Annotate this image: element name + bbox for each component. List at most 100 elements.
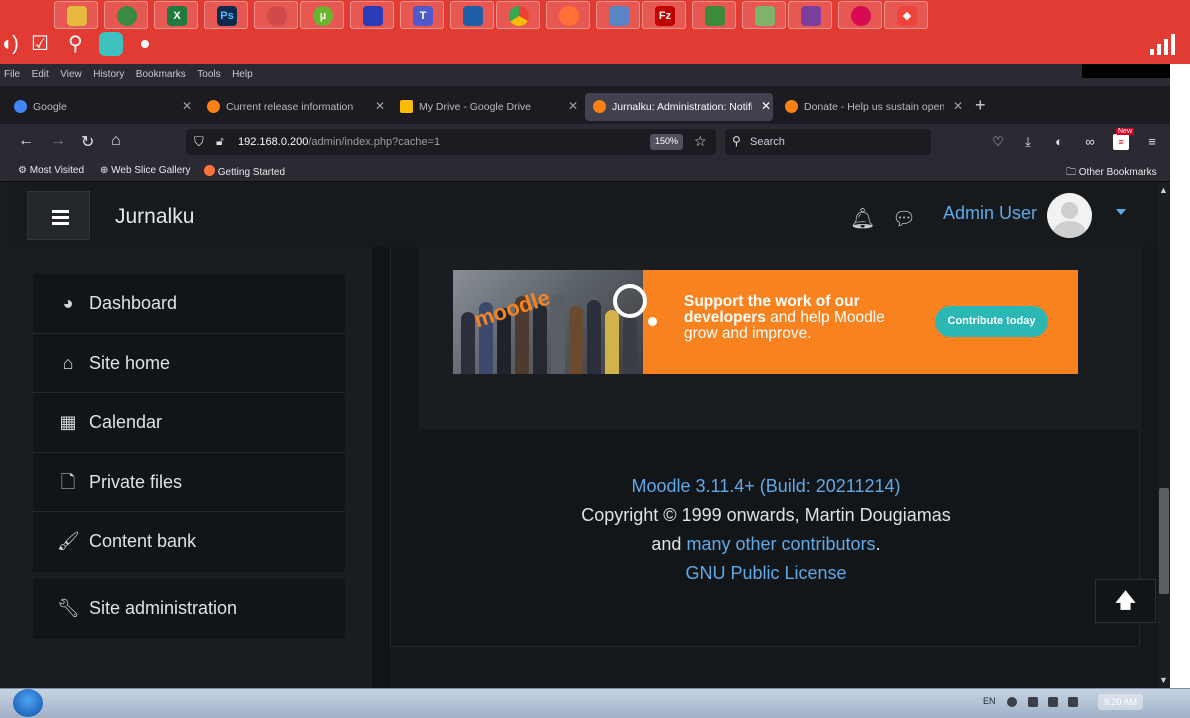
developers-photo: moodle xyxy=(453,270,643,374)
chrome-icon xyxy=(509,6,529,26)
extension-mask-icon[interactable]: ∞ xyxy=(1082,134,1098,150)
page-scrollbar[interactable]: ▲ ▼ xyxy=(1158,183,1170,688)
new-extension-icon[interactable]: ≡ xyxy=(1113,134,1129,150)
taskbar-explorer[interactable] xyxy=(54,1,98,29)
star-icon[interactable]: ☆ xyxy=(694,133,707,150)
back-icon[interactable]: ← xyxy=(18,132,34,150)
search-bar[interactable]: ⚲ Search xyxy=(725,129,931,155)
taskbar-virtualbox[interactable] xyxy=(450,1,494,29)
menu-view[interactable]: View xyxy=(56,64,85,80)
chevron-down-icon[interactable] xyxy=(1116,209,1126,215)
moodle-navbar: Jurnalku 🔔︎ 💬︎ Admin User xyxy=(8,183,1158,247)
taskbar-anydesk[interactable]: ◆ xyxy=(884,1,928,29)
menu-help[interactable]: Help xyxy=(228,64,256,80)
shield-icon[interactable]: ⛉ xyxy=(194,134,204,150)
taskbar-teams[interactable]: T xyxy=(400,1,444,29)
start-button[interactable] xyxy=(13,689,43,717)
url-text[interactable]: 192.168.0.200/admin/index.php?cache=1 xyxy=(238,136,440,148)
bookmark-getting-started[interactable]: Getting Started xyxy=(204,165,285,178)
notification-bell-icon[interactable]: 🔔︎ xyxy=(850,206,875,231)
pocket-icon[interactable]: ♡ xyxy=(990,134,1006,150)
tab-label: Donate - Help us sustain open xyxy=(804,101,944,113)
nav-item-site-administration[interactable]: 🔧︎ Site administration xyxy=(33,579,345,639)
drawer-toggle-button[interactable] xyxy=(27,191,90,240)
taskbar-android[interactable] xyxy=(692,1,736,29)
window-controls[interactable] xyxy=(1082,64,1170,78)
footer-and: and xyxy=(651,534,682,554)
taskbar-utorrent[interactable]: µ xyxy=(300,1,344,29)
taskbar-app[interactable] xyxy=(596,1,640,29)
menu-tools[interactable]: Tools xyxy=(193,64,223,80)
taskbar-filezilla[interactable]: Fz xyxy=(642,1,686,29)
contributors-link[interactable]: many other contributors xyxy=(686,534,875,554)
app-menu-icon[interactable]: ≡ xyxy=(1144,134,1160,150)
taskbar-excel[interactable]: X xyxy=(154,1,198,29)
scroll-down-icon[interactable]: ▼ xyxy=(1159,675,1168,685)
tray-flag-icon[interactable] xyxy=(1068,697,1078,707)
taskbar-debian[interactable] xyxy=(838,1,882,29)
home-button-icon[interactable]: ⌂ xyxy=(111,132,121,150)
tray-network-icon[interactable] xyxy=(1048,697,1058,707)
url-bar[interactable]: ⛉ 🔓︎ 192.168.0.200/admin/index.php?cache… xyxy=(186,129,716,155)
nav-item-site-home[interactable]: ⌂ Site home xyxy=(33,334,345,394)
android-icon xyxy=(705,6,725,26)
taskbar-firefox[interactable] xyxy=(546,1,590,29)
scroll-thumb[interactable] xyxy=(1159,488,1169,594)
menu-file[interactable]: File xyxy=(0,64,23,80)
nav-item-content-bank[interactable]: 🖌︎ Content bank xyxy=(33,512,345,572)
scroll-up-icon[interactable]: ▲ xyxy=(1159,185,1168,195)
reload-icon[interactable]: ↻ xyxy=(81,132,94,152)
taskbar-winrar[interactable] xyxy=(788,1,832,29)
close-icon[interactable]: ✕ xyxy=(182,99,192,113)
task-check-icon[interactable]: ☑ xyxy=(31,32,49,56)
nav-item-calendar[interactable]: ▦ Calendar xyxy=(33,393,345,453)
moodle-donate-banner[interactable]: moodle Support the work of our developer… xyxy=(453,270,1078,374)
back-to-top-button[interactable]: 🡅︎ xyxy=(1095,579,1156,623)
avatar[interactable] xyxy=(1047,193,1092,238)
other-bookmarks[interactable]: 🗀︎ Other Bookmarks xyxy=(1066,165,1157,182)
taskbar-tool[interactable] xyxy=(350,1,394,29)
bookmark-web-slice-gallery[interactable]: ⊕ Web Slice Gallery xyxy=(100,165,190,176)
taskbar-notepad[interactable] xyxy=(742,1,786,29)
language-indicator[interactable]: EN xyxy=(983,696,996,706)
close-icon[interactable]: ✕ xyxy=(953,99,963,113)
bookmark-most-visited[interactable]: ⚙ Most Visited xyxy=(18,165,84,176)
speaker-icon[interactable]: ◖) xyxy=(0,32,19,56)
close-icon[interactable]: ✕ xyxy=(568,99,578,113)
tray-volume-icon[interactable] xyxy=(1028,697,1038,707)
taskbar-photoshop[interactable]: Ps xyxy=(204,1,248,29)
clock[interactable]: 9:20 AM xyxy=(1098,694,1143,710)
close-icon[interactable]: ✕ xyxy=(761,99,771,113)
menu-bookmarks[interactable]: Bookmarks xyxy=(132,64,189,80)
forward-icon[interactable]: → xyxy=(50,132,66,150)
menu-history[interactable]: History xyxy=(89,64,127,80)
tab-google-drive[interactable]: My Drive - Google Drive ✕ xyxy=(392,93,580,121)
taskbar-snipping[interactable] xyxy=(254,1,298,29)
tab-donate[interactable]: Donate - Help us sustain open ✕ xyxy=(777,93,965,121)
taskbar-chrome[interactable] xyxy=(496,1,540,29)
nav-drawer: ◕ Dashboard ⌂ Site home ▦ Calendar 🗋︎ Pr… xyxy=(8,247,372,688)
nav-item-private-files[interactable]: 🗋︎ Private files xyxy=(33,453,345,513)
download-icon[interactable]: ⤓ xyxy=(1020,134,1036,150)
moodle-version-link[interactable]: Moodle 3.11.4+ (Build: 20211214) xyxy=(631,476,900,496)
menu-edit[interactable]: Edit xyxy=(28,64,52,80)
zoom-level[interactable]: 150% xyxy=(650,134,684,150)
license-link[interactable]: GNU Public License xyxy=(685,563,846,583)
tray-circle-icon[interactable] xyxy=(1007,697,1017,707)
keyhole-icon[interactable]: ⚲ xyxy=(68,32,83,56)
close-icon[interactable]: ✕ xyxy=(375,99,385,113)
tab-jurnalku-admin[interactable]: Jurnalku: Administration: Notifi ✕ xyxy=(585,93,773,121)
sync-icon[interactable]: ◐ xyxy=(1051,134,1067,150)
site-name[interactable]: Jurnalku xyxy=(115,205,194,229)
messages-icon[interactable]: 💬︎ xyxy=(892,207,916,231)
lock-icon[interactable]: 🔓︎ xyxy=(216,134,224,149)
tab-release-info[interactable]: Current release information ✕ xyxy=(199,93,387,121)
new-tab-icon[interactable]: + xyxy=(975,95,986,116)
remote-app-icon[interactable] xyxy=(99,32,123,56)
nav-item-dashboard[interactable]: ◕ Dashboard xyxy=(33,274,345,334)
taskbar-network[interactable] xyxy=(104,1,148,29)
user-name[interactable]: Admin User xyxy=(943,203,1037,224)
main-content: moodle Support the work of our developer… xyxy=(390,247,1158,688)
contribute-button[interactable]: Contribute today xyxy=(935,306,1048,337)
tab-google[interactable]: Google ✕ xyxy=(6,93,194,121)
